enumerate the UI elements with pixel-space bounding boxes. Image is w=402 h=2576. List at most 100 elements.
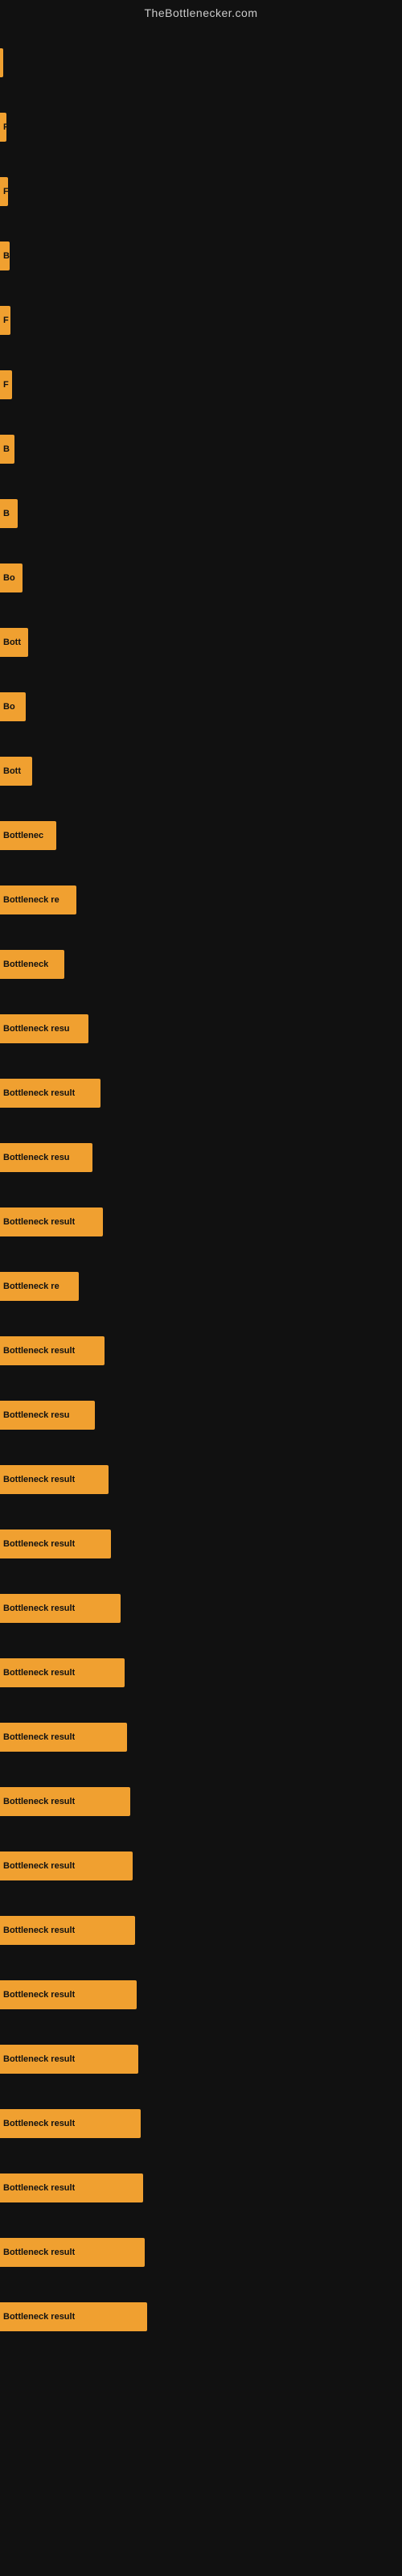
bar-row: Bottleneck result [0,1190,402,1254]
bar-row: Bottleneck result [0,1963,402,2027]
bar-row: Bottleneck result [0,1447,402,1512]
bar-row: Bottleneck result [0,2285,402,2349]
bar-label: F [3,380,9,390]
result-bar: F [0,113,6,142]
result-bar: Bottleneck result [0,1594,121,1623]
bar-row: Bottleneck result [0,1898,402,1963]
bar-row: Bottleneck result [0,1061,402,1125]
bar-label: Bottleneck result [3,2312,75,2322]
bar-row: Bo [0,675,402,739]
result-bar: Bott [0,757,32,786]
bar-row: Bottleneck resu [0,1125,402,1190]
bar-row: Bottleneck result [0,1576,402,1641]
result-bar: Bottleneck [0,950,64,979]
bar-label: Bottleneck result [3,1088,75,1098]
bar-label: Bottleneck result [3,1539,75,1549]
bar-label: Bottleneck resu [3,1153,70,1162]
bar-label: Bottleneck result [3,1732,75,1742]
result-bar: | [0,48,3,77]
result-bar: F [0,306,10,335]
bar-row: Bo [0,546,402,610]
bar-label: Bottleneck result [3,2119,75,2128]
bar-label: Bottleneck resu [3,1410,70,1420]
result-bar: Bott [0,628,28,657]
bar-label: B [3,251,10,261]
bar-row: Bottleneck result [0,1641,402,1705]
site-title: TheBottlenecker.com [0,0,402,23]
result-bar: Bottleneck result [0,1658,125,1687]
bar-row: F [0,159,402,224]
bar-label: Bottleneck result [3,1926,75,1935]
bar-label: Bo [3,702,15,712]
bar-row: F [0,353,402,417]
bar-label: Bottlenec [3,831,43,840]
bar-label: B [3,509,10,518]
result-bar: B [0,242,10,270]
bar-row: Bottleneck result [0,1319,402,1383]
bar-label: Bo [3,573,15,583]
result-bar: Bottleneck result [0,1723,127,1752]
result-bar: Bottleneck result [0,2238,145,2267]
bar-row: Bott [0,739,402,803]
result-bar: Bottleneck result [0,1530,111,1558]
result-bar: B [0,499,18,528]
result-bar: Bottleneck result [0,2302,147,2331]
bar-label: Bottleneck resu [3,1024,70,1034]
result-bar: Bottleneck result [0,1208,103,1236]
bar-row: B [0,417,402,481]
bar-label: Bottleneck [3,960,48,969]
bar-row: Bottleneck result [0,1834,402,1898]
result-bar: Bottleneck result [0,1916,135,1945]
bar-row: Bottleneck resu [0,1383,402,1447]
result-bar: Bottlenec [0,821,56,850]
bar-row: Bottleneck result [0,2220,402,2285]
bar-row: Bottleneck resu [0,997,402,1061]
result-bar: Bottleneck resu [0,1401,95,1430]
bar-label: F [3,187,8,196]
bar-row: Bottleneck [0,932,402,997]
bar-label: Bottleneck re [3,1282,59,1291]
result-bar: Bottleneck result [0,1079,100,1108]
result-bar: Bottleneck re [0,1272,79,1301]
bar-label: Bottleneck result [3,2183,75,2193]
bar-label: Bottleneck result [3,1797,75,1806]
result-bar: Bottleneck result [0,1980,137,2009]
bar-label: Bottleneck result [3,1861,75,1871]
bar-row: B [0,224,402,288]
result-bar: Bottleneck resu [0,1014,88,1043]
bar-row: Bottleneck re [0,1254,402,1319]
bar-row: F [0,288,402,353]
result-bar: Bottleneck re [0,886,76,914]
bar-label: Bottleneck result [3,2248,75,2257]
bar-row: Bott [0,610,402,675]
bar-row: Bottleneck result [0,1769,402,1834]
bar-row: | [0,31,402,95]
bar-label: Bott [3,766,21,776]
result-bar: F [0,177,8,206]
result-bar: Bottleneck result [0,1787,130,1816]
bar-label: Bottleneck result [3,1346,75,1356]
bar-label: Bottleneck result [3,2054,75,2064]
bar-label: Bottleneck result [3,1990,75,2000]
bars-container: | F F B F F B B Bo Bott Bo Bott Bottlenec Bottleneck … [0,23,402,2357]
bar-label: Bottleneck result [3,1217,75,1227]
result-bar: B [0,435,14,464]
bar-label: B [3,444,10,454]
bar-row: Bottleneck result [0,1705,402,1769]
result-bar: Bottleneck result [0,2045,138,2074]
result-bar: F [0,370,12,399]
bar-row: Bottleneck result [0,2156,402,2220]
bar-row: F [0,95,402,159]
result-bar: Bo [0,692,26,721]
bar-label: Bottleneck result [3,1604,75,1613]
result-bar: Bottleneck result [0,1852,133,1880]
result-bar: Bottleneck result [0,1465,109,1494]
result-bar: Bo [0,564,23,592]
bar-row: Bottleneck result [0,1512,402,1576]
bar-label: F [3,122,6,132]
bar-row: Bottleneck result [0,2027,402,2091]
bar-label: Bottleneck result [3,1668,75,1678]
result-bar: Bottleneck result [0,2109,141,2138]
bar-row: Bottleneck re [0,868,402,932]
bar-label: Bottleneck re [3,895,59,905]
